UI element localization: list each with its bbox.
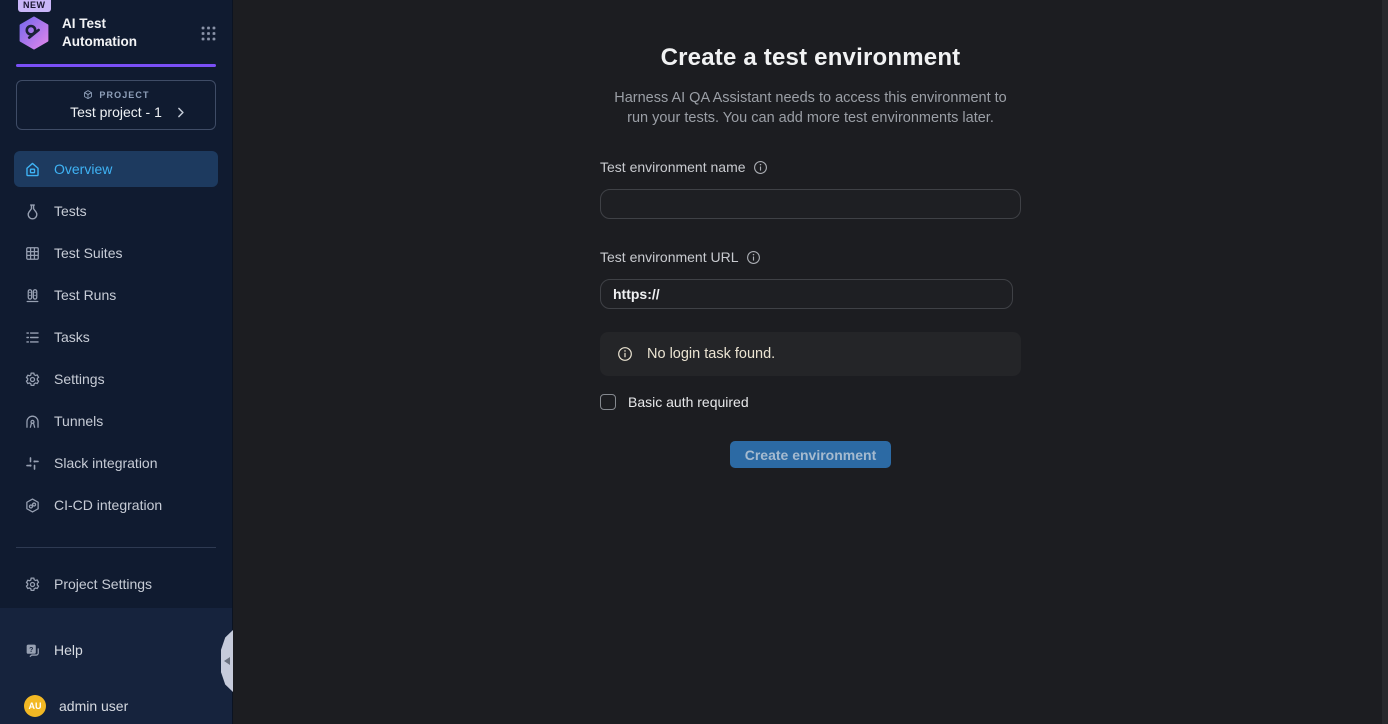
app-title: AI Test Automation	[62, 15, 137, 50]
sidebar-item-overview[interactable]: Overview	[14, 151, 218, 187]
help-button[interactable]: ? Help	[14, 636, 218, 664]
help-label: Help	[54, 642, 83, 658]
user-menu[interactable]: AU admin user	[14, 692, 218, 720]
basic-auth-row: Basic auth required	[600, 394, 1021, 410]
sidebar-item-label: Tasks	[54, 329, 90, 345]
info-icon[interactable]	[753, 160, 768, 175]
notice-text: No login task found.	[647, 346, 775, 362]
environment-name-input[interactable]	[600, 189, 1021, 219]
basic-auth-label: Basic auth required	[628, 394, 749, 410]
sidebar-item-tunnels[interactable]: Tunnels	[14, 403, 218, 439]
name-field-label: Test environment name	[600, 159, 746, 175]
sidebar-item-label: Test Runs	[54, 287, 116, 303]
avatar: AU	[24, 695, 46, 717]
main-content: Create a test environment Harness AI QA …	[233, 0, 1388, 724]
sidebar-item-settings[interactable]: Settings	[14, 361, 218, 397]
project-label-row: PROJECT	[27, 89, 205, 101]
url-field-label: Test environment URL	[600, 249, 739, 265]
login-task-notice: No login task found.	[600, 332, 1021, 376]
new-badge: NEW	[18, 0, 51, 12]
app-logo-icon	[16, 15, 52, 51]
sidebar-item-label: Overview	[54, 161, 112, 177]
sidebar-item-project-settings[interactable]: Project Settings	[14, 566, 218, 602]
info-icon	[617, 346, 633, 362]
apps-grid-icon[interactable]	[201, 26, 216, 41]
sidebar-item-label: Slack integration	[54, 455, 158, 471]
tunnel-icon	[24, 413, 41, 430]
chevron-right-icon	[174, 106, 187, 119]
test-runs-icon	[24, 287, 41, 304]
sidebar-item-cicd-integration[interactable]: CI-CD integration	[14, 487, 218, 523]
project-label: PROJECT	[99, 90, 149, 100]
collapse-arrow-icon	[224, 657, 230, 665]
scrollbar-track[interactable]	[1382, 0, 1388, 724]
sidebar-item-label: Tests	[54, 203, 87, 219]
sidebar-item-label: Tunnels	[54, 413, 103, 429]
list-icon	[24, 329, 41, 346]
url-field-label-row: Test environment URL	[600, 249, 1021, 265]
gear-icon	[24, 371, 41, 388]
sidebar-item-label: Test Suites	[54, 245, 122, 261]
home-icon	[24, 161, 41, 178]
sidebar-item-slack-integration[interactable]: Slack integration	[14, 445, 218, 481]
link-hexagon-icon	[24, 497, 41, 514]
help-chat-icon: ?	[24, 642, 41, 659]
sidebar-divider	[16, 547, 216, 548]
sidebar-item-test-runs[interactable]: Test Runs	[14, 277, 218, 313]
user-name: admin user	[59, 698, 128, 714]
info-icon[interactable]	[746, 250, 761, 265]
sidebar-item-label: Settings	[54, 371, 105, 387]
environment-url-input[interactable]	[600, 279, 1013, 309]
sidebar-item-tests[interactable]: Tests	[14, 193, 218, 229]
flask-icon	[24, 203, 41, 220]
sidebar-nav: Overview Tests Test Suites	[0, 151, 232, 523]
brand-divider	[16, 64, 216, 67]
svg-text:?: ?	[29, 646, 33, 653]
page-title: Create a test environment	[600, 44, 1021, 72]
name-field-label-row: Test environment name	[600, 159, 1021, 175]
grid-table-icon	[24, 245, 41, 262]
gear-icon	[24, 576, 41, 593]
sidebar-item-tasks[interactable]: Tasks	[14, 319, 218, 355]
create-environment-button[interactable]: Create environment	[730, 441, 891, 468]
create-environment-form: Create a test environment Harness AI QA …	[600, 44, 1021, 724]
sidebar: NEW AI Test Automation	[0, 0, 233, 724]
slack-icon	[24, 455, 41, 472]
cube-icon	[82, 89, 94, 101]
sidebar-item-label: Project Settings	[54, 576, 152, 592]
basic-auth-checkbox[interactable]	[600, 394, 616, 410]
project-selector[interactable]: PROJECT Test project - 1	[16, 80, 216, 130]
sidebar-item-test-suites[interactable]: Test Suites	[14, 235, 218, 271]
sidebar-item-label: CI-CD integration	[54, 497, 162, 513]
page-description: Harness AI QA Assistant needs to access …	[604, 88, 1018, 128]
sidebar-footer: ? Help AU admin user	[0, 608, 232, 724]
